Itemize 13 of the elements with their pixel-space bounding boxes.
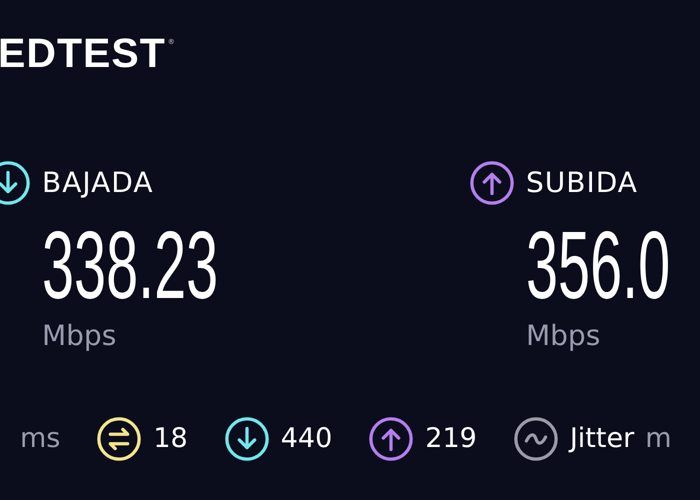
- speed-unit: Mbps: [42, 318, 118, 354]
- stat-unit: m: [645, 422, 672, 456]
- speed-label: BAJADA: [42, 166, 154, 200]
- stat-value: Jitter: [570, 422, 634, 456]
- speed-unit: Mbps: [526, 318, 602, 354]
- stat-value: 219: [425, 422, 477, 456]
- speed-value: 356.0: [526, 220, 670, 312]
- speed-label: SUBIDA: [526, 166, 638, 200]
- speed-value: 338.23: [42, 220, 220, 312]
- stat-value: 440: [280, 422, 332, 456]
- logo-text: EDTEST: [0, 30, 166, 76]
- stat-value: 18: [153, 422, 188, 456]
- stat-unit: ms: [20, 422, 60, 456]
